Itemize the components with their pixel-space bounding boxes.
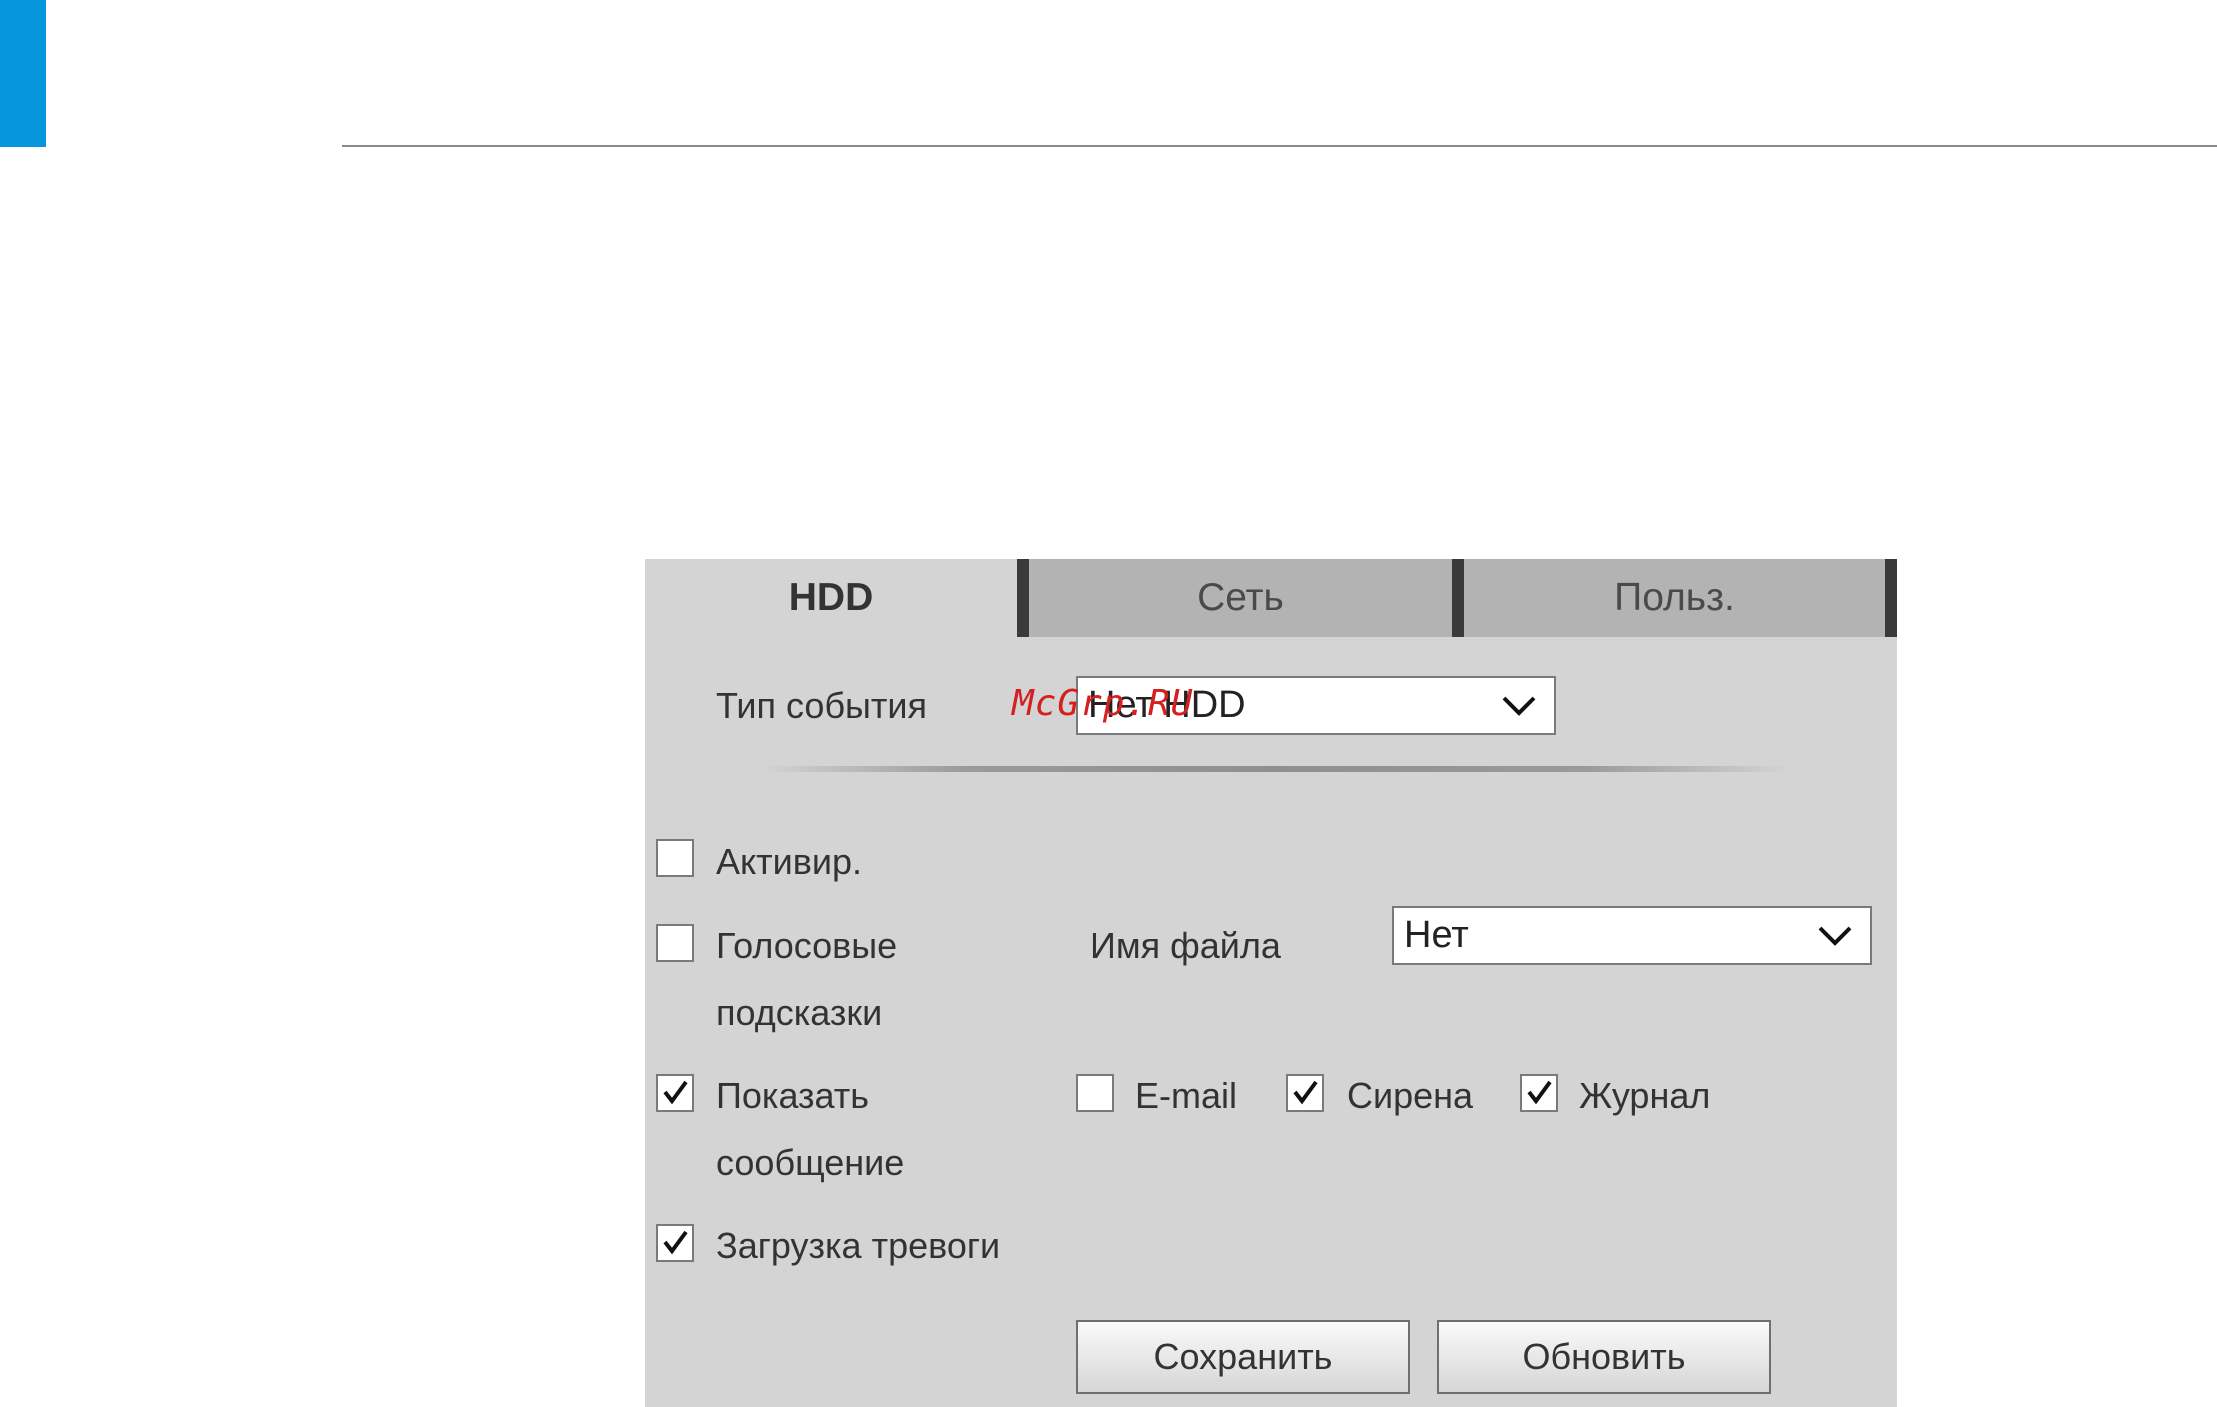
log-label: Журнал (1579, 1075, 1711, 1116)
tab-separator (1017, 559, 1029, 637)
siren-label: Сирена (1347, 1075, 1474, 1116)
header-divider (342, 145, 2217, 147)
chevron-down-icon (1818, 926, 1852, 946)
file-name-value: Нет (1404, 914, 1469, 956)
tab-network[interactable]: Сеть (1029, 559, 1452, 637)
watermark: McGrp.RU (1012, 683, 1194, 724)
tab-bar: HDD Сеть Польз. (645, 559, 1897, 637)
voice-prompts-label-line1: Голосовые (716, 925, 898, 966)
tab-separator (1885, 559, 1897, 637)
save-button[interactable]: Сохранить (1076, 1320, 1410, 1394)
checkmark-icon (1293, 1080, 1318, 1105)
activate-label: Активир. (716, 841, 863, 882)
show-message-label-line1: Показать (716, 1075, 870, 1116)
section-divider (760, 766, 1790, 772)
hdd-event-panel: HDD Сеть Польз. Тип события Нет HDD Акти… (645, 559, 1897, 1407)
email-checkbox[interactable] (1076, 1074, 1114, 1112)
checkmark-icon (663, 1230, 688, 1255)
accent-bar (0, 0, 46, 147)
activate-checkbox[interactable] (656, 839, 694, 877)
siren-checkbox[interactable] (1286, 1074, 1324, 1112)
checkmark-icon (663, 1080, 688, 1105)
voice-prompts-label-line2: подсказки (716, 992, 883, 1033)
show-message-checkbox[interactable] (656, 1074, 694, 1112)
chevron-down-icon (1502, 696, 1536, 716)
file-name-select[interactable]: Нет (1392, 906, 1872, 965)
log-checkbox[interactable] (1520, 1074, 1558, 1112)
email-label: E-mail (1135, 1075, 1238, 1116)
checkmark-icon (1527, 1080, 1552, 1105)
tab-separator (1452, 559, 1464, 637)
file-name-label: Имя файла (1090, 925, 1281, 966)
alarm-upload-label: Загрузка тревоги (716, 1225, 1001, 1266)
refresh-button[interactable]: Обновить (1437, 1320, 1771, 1394)
voice-prompts-checkbox[interactable] (656, 924, 694, 962)
tab-users[interactable]: Польз. (1464, 559, 1885, 637)
alarm-upload-checkbox[interactable] (656, 1224, 694, 1262)
event-type-label: Тип события (716, 685, 928, 726)
tab-hdd[interactable]: HDD (645, 559, 1017, 637)
show-message-label-line2: сообщение (716, 1142, 905, 1183)
